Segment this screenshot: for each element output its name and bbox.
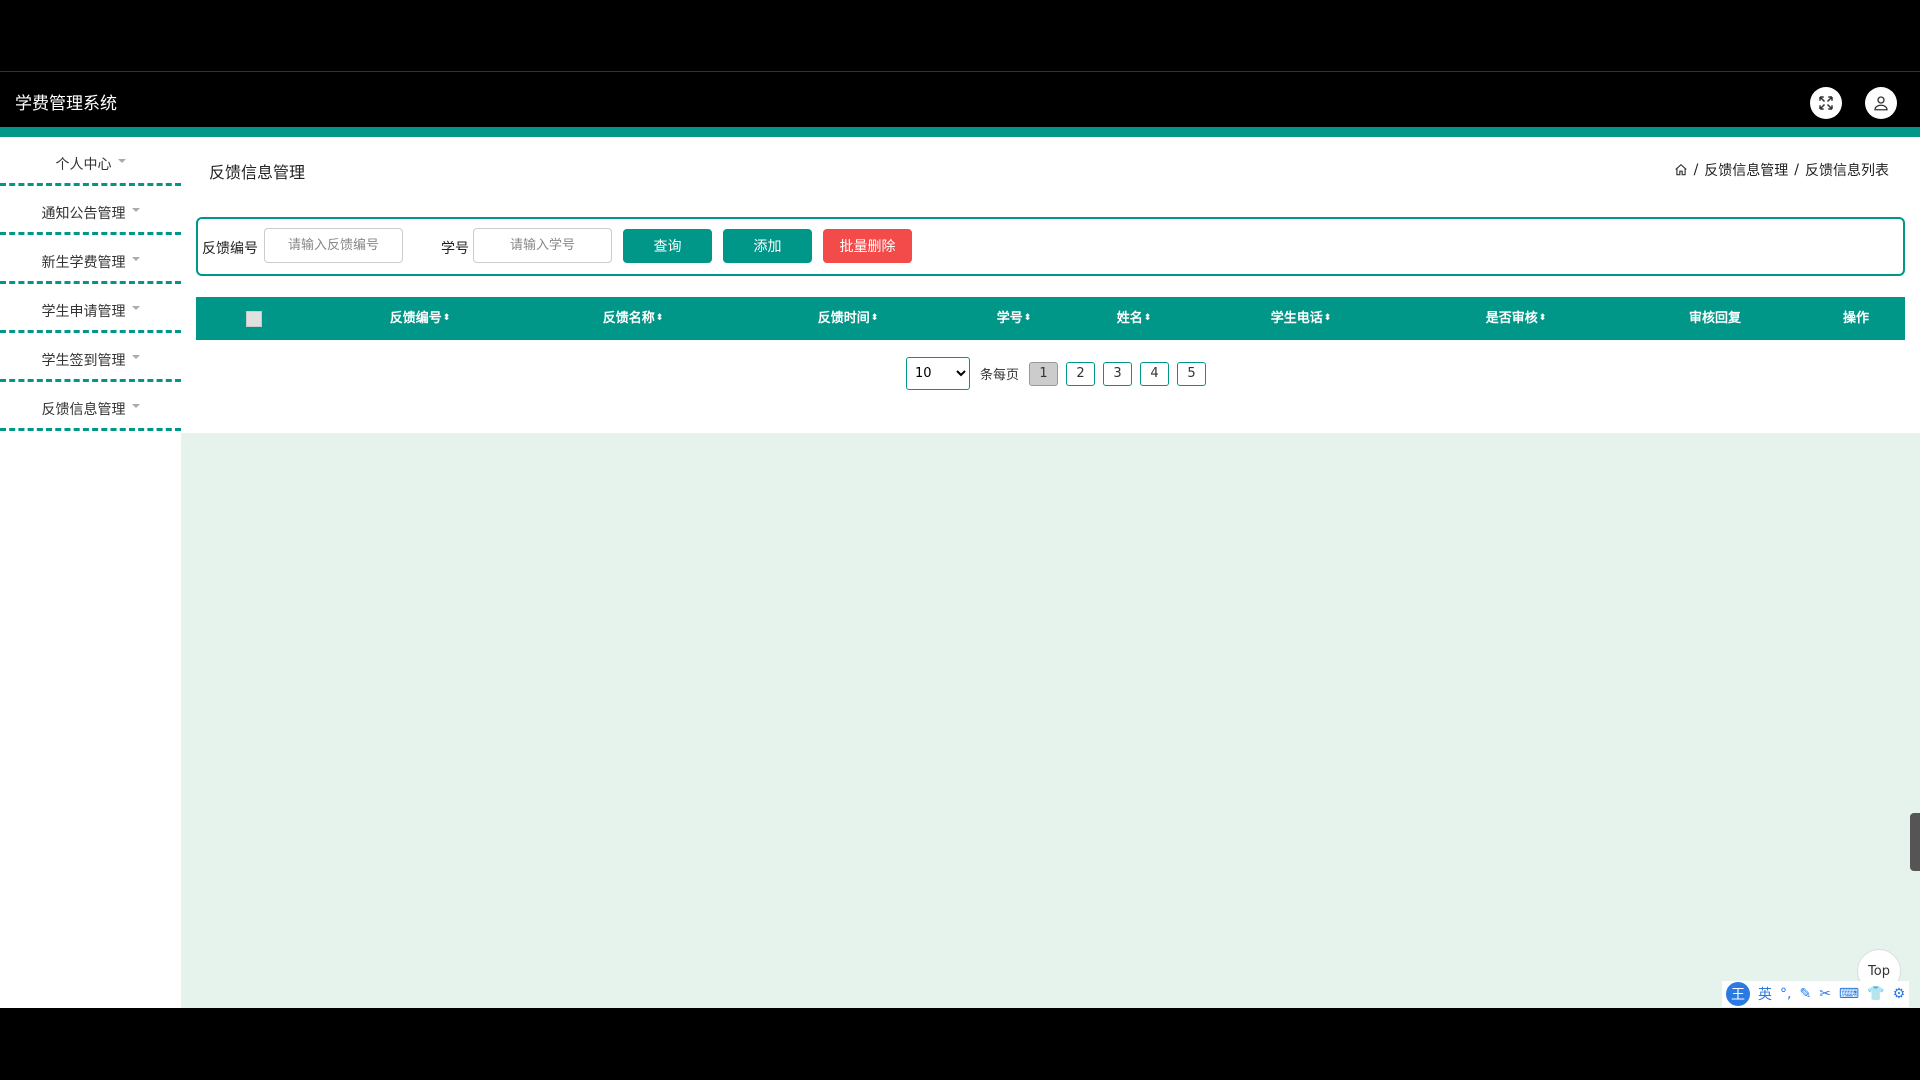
sidebar-item-label: 学生签到管理	[41, 353, 126, 369]
page-button-2[interactable]: 2	[1066, 361, 1096, 386]
batch-delete-button[interactable]: 批量删除	[823, 229, 912, 263]
ime-punctuation-icon[interactable]: °,	[1780, 986, 1791, 1002]
chevron-down-icon	[131, 306, 140, 310]
main-content: 反馈信息管理 / 反馈信息管理 / 反馈信息列表 反馈编号 学号 查询 添加 批…	[181, 137, 1920, 1008]
breadcrumb-separator: /	[1693, 162, 1699, 178]
home-icon[interactable]	[1674, 163, 1688, 177]
feedback-no-input[interactable]	[264, 228, 403, 263]
column-header-feedback-no[interactable]: 反馈编号⬍	[390, 297, 451, 340]
student-no-label: 学号	[441, 241, 469, 257]
header-accent-bar	[0, 127, 1920, 137]
breadcrumb-separator: /	[1794, 162, 1799, 178]
fullscreen-button[interactable]	[1810, 87, 1842, 119]
page-button-4[interactable]: 4	[1140, 361, 1170, 386]
breadcrumb-level1[interactable]: 反馈信息管理	[1704, 160, 1788, 180]
column-header-name[interactable]: 姓名⬍	[1117, 297, 1152, 340]
sidebar-item-signin[interactable]: 学生签到管理	[0, 333, 181, 382]
page-button-5[interactable]: 5	[1177, 361, 1207, 386]
column-header-student-no[interactable]: 学号⬍	[997, 297, 1032, 340]
sidebar-item-label: 个人中心	[55, 157, 112, 173]
chevron-down-icon	[131, 257, 140, 261]
sort-icon: ⬍	[1143, 313, 1152, 323]
skin-icon[interactable]: 👕	[1867, 986, 1884, 1002]
sidebar-item-tuition[interactable]: 新生学费管理	[0, 235, 181, 284]
ime-language-toggle[interactable]: 英	[1758, 984, 1772, 1004]
sidebar-item-personal-center[interactable]: 个人中心	[0, 137, 181, 186]
user-icon	[1874, 96, 1888, 111]
sidebar: 个人中心 通知公告管理 新生学费管理 学生申请管理 学生签到管理 反馈信息管理	[0, 137, 181, 1008]
add-button[interactable]: 添加	[723, 229, 812, 263]
top-header: 学费管理系统	[0, 73, 1920, 127]
breadcrumb-level2: 反馈信息列表	[1805, 163, 1889, 179]
chevron-down-icon	[131, 208, 140, 212]
sort-icon: ⬍	[655, 313, 664, 323]
ime-toolbar: 王 英 °, ✎ ✂ ⌨ 👕 ⚙	[1722, 981, 1910, 1007]
column-header-review-reply: 审核回复	[1688, 311, 1742, 326]
app-title: 学费管理系统	[15, 94, 117, 114]
chevron-down-icon	[131, 355, 140, 359]
chevron-down-icon	[131, 404, 140, 408]
keyboard-icon[interactable]: ⌨	[1839, 986, 1859, 1002]
page-button-1[interactable]: 1	[1029, 361, 1059, 386]
column-header-feedback-name[interactable]: 反馈名称⬍	[603, 297, 664, 340]
app-window: 学费管理系统 个人中心 通知公告管理 新生学费管理 学生申请管理 学生签到管理	[0, 73, 1920, 1008]
column-header-reviewed[interactable]: 是否审核⬍	[1486, 297, 1547, 340]
query-button[interactable]: 查询	[623, 229, 712, 263]
sidebar-item-label: 通知公告管理	[41, 206, 126, 222]
user-button[interactable]	[1865, 87, 1897, 119]
student-no-input[interactable]	[473, 228, 612, 263]
gear-icon[interactable]: ⚙	[1893, 986, 1906, 1002]
sort-icon: ⬍	[1538, 313, 1547, 323]
page-title: 反馈信息管理	[209, 163, 306, 182]
breadcrumb: / 反馈信息管理 / 反馈信息列表	[1674, 160, 1889, 180]
sidebar-item-label: 新生学费管理	[41, 255, 126, 271]
letterbox-bottom	[0, 1008, 1920, 1080]
sort-icon: ⬍	[870, 313, 879, 323]
pen-icon[interactable]: ✎	[1799, 986, 1811, 1002]
sort-icon: ⬍	[442, 313, 451, 323]
sort-icon: ⬍	[1323, 313, 1332, 323]
page-size-select[interactable]: 10	[906, 357, 970, 390]
sidebar-item-application[interactable]: 学生申请管理	[0, 284, 181, 333]
sidebar-item-notice[interactable]: 通知公告管理	[0, 186, 181, 235]
letterbox-top	[0, 0, 1920, 72]
ime-logo-icon[interactable]: 王	[1726, 982, 1750, 1006]
sort-icon: ⬍	[1023, 313, 1032, 323]
sidebar-item-feedback[interactable]: 反馈信息管理	[0, 382, 181, 431]
column-header-actions: 操作	[1842, 311, 1870, 326]
column-header-feedback-time[interactable]: 反馈时间⬍	[818, 297, 879, 340]
sidebar-item-label: 反馈信息管理	[41, 402, 126, 418]
page-button-3[interactable]: 3	[1103, 361, 1133, 386]
table-header: 反馈编号⬍ 反馈名称⬍ 反馈时间⬍ 学号⬍ 姓名⬍ 学生电话⬍ 是否审核⬍ 审核…	[196, 297, 1905, 340]
per-page-label: 条每页	[980, 368, 1020, 383]
expand-icon	[1819, 96, 1833, 110]
feedback-no-label: 反馈编号	[202, 241, 258, 257]
side-drawer-handle[interactable]	[1910, 813, 1920, 871]
select-all-checkbox[interactable]	[246, 311, 262, 327]
column-header-phone[interactable]: 学生电话⬍	[1271, 297, 1332, 340]
sidebar-item-label: 学生申请管理	[41, 304, 126, 320]
pagination: 10 条每页 1 2 3 4 5	[906, 357, 1207, 390]
search-form: 反馈编号 学号 查询 添加 批量删除	[196, 217, 1905, 276]
chevron-down-icon	[117, 159, 126, 163]
feedback-panel: 反馈信息管理 / 反馈信息管理 / 反馈信息列表 反馈编号 学号 查询 添加 批…	[181, 137, 1920, 433]
scissors-icon[interactable]: ✂	[1819, 986, 1831, 1002]
